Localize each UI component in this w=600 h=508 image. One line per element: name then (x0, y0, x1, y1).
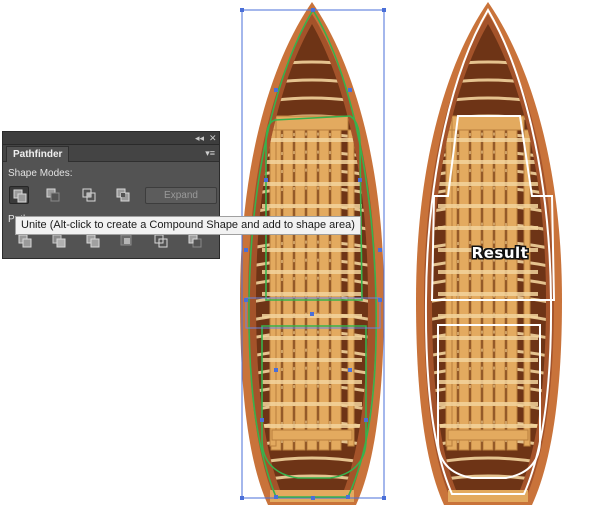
crossbar (262, 292, 362, 296)
seat-bottom (447, 429, 529, 441)
crossbar (438, 270, 538, 274)
plank (294, 117, 306, 451)
anchor-point[interactable] (274, 88, 278, 92)
anchor-point[interactable] (358, 178, 362, 182)
anchor-point[interactable] (382, 496, 386, 500)
anchor-point[interactable] (378, 298, 382, 302)
plank (506, 117, 518, 451)
anchor-point[interactable] (240, 8, 244, 12)
crossbar (262, 380, 362, 384)
planks (445, 117, 531, 451)
panel-tab-row: Pathfinder ▾≡ (3, 145, 219, 162)
plank (282, 117, 294, 451)
crossbar (262, 424, 362, 428)
intersect-button[interactable] (79, 186, 99, 204)
crossbar (438, 314, 538, 318)
unite-tooltip: Unite (Alt-click to create a Compound Sh… (15, 216, 361, 235)
seat-top (451, 115, 525, 131)
plank (482, 117, 494, 451)
crossbar (262, 182, 362, 186)
unite-icon (13, 189, 27, 203)
stern-board (448, 490, 528, 502)
crossbar (262, 204, 362, 208)
anchor-point[interactable] (382, 8, 386, 12)
divide-icon (18, 234, 32, 248)
anchor-point[interactable] (346, 495, 350, 499)
tab-pathfinder[interactable]: Pathfinder (6, 146, 70, 162)
anchor-point[interactable] (348, 88, 352, 92)
crossbar (262, 248, 362, 252)
minus-front-button[interactable] (43, 186, 63, 204)
crossbar (438, 226, 538, 230)
shape-modes-label: Shape Modes: (8, 168, 73, 179)
crossbar (262, 336, 362, 340)
crop-icon (120, 234, 132, 246)
anchor-point[interactable] (311, 496, 315, 500)
plank (318, 117, 330, 451)
pathfinder-panel: ◂◂ ✕ Pathfinder ▾≡ Shape Modes: Expand (2, 131, 220, 259)
seat-bottom (271, 429, 353, 441)
crossbar (438, 182, 538, 186)
anchor-point[interactable] (274, 368, 278, 372)
plank (306, 117, 318, 451)
plank-edge (269, 129, 277, 447)
crossbar (262, 358, 362, 362)
merge-icon (86, 234, 100, 248)
plank (458, 117, 470, 451)
anchor-point[interactable] (378, 248, 382, 252)
unite-button[interactable] (9, 186, 29, 204)
plank-edge (347, 129, 355, 447)
crossbar (438, 380, 538, 384)
panel-menu-icon[interactable]: ▾≡ (205, 146, 215, 160)
crossbar (262, 402, 362, 406)
anchor-point[interactable] (244, 248, 248, 252)
collapse-icon[interactable]: ◂◂ (195, 132, 204, 144)
crossbar (438, 336, 538, 340)
crossbar (438, 204, 538, 208)
anchor-point[interactable] (260, 418, 264, 422)
outline-icon (154, 234, 168, 248)
anchor-point[interactable] (240, 496, 244, 500)
expand-button[interactable]: Expand (145, 187, 217, 204)
result-label: Result (471, 244, 529, 262)
anchor-point[interactable] (244, 298, 248, 302)
panel-titlebar[interactable]: ◂◂ ✕ (3, 132, 219, 145)
crossbar (438, 292, 538, 296)
anchor-point[interactable] (311, 8, 315, 12)
exclude-icon (116, 188, 130, 202)
crossbar (438, 424, 538, 428)
anchor-point[interactable] (348, 368, 352, 372)
crossbar (438, 358, 538, 362)
minus-back-icon (188, 234, 202, 248)
exclude-button[interactable] (113, 186, 133, 204)
plank (470, 117, 482, 451)
crossbar (262, 160, 362, 164)
crossbar (262, 138, 362, 142)
anchor-point[interactable] (274, 495, 278, 499)
plank (330, 117, 342, 451)
trim-icon (52, 234, 66, 248)
anchor-point[interactable] (364, 418, 368, 422)
planks (269, 117, 355, 451)
intersect-icon (82, 188, 96, 202)
close-icon[interactable]: ✕ (209, 132, 217, 144)
crossbar (262, 270, 362, 274)
minus-front-icon (46, 188, 60, 202)
crossbar (438, 402, 538, 406)
anchor-point[interactable] (264, 178, 268, 182)
plank (494, 117, 506, 451)
anchor-point[interactable] (310, 312, 314, 316)
